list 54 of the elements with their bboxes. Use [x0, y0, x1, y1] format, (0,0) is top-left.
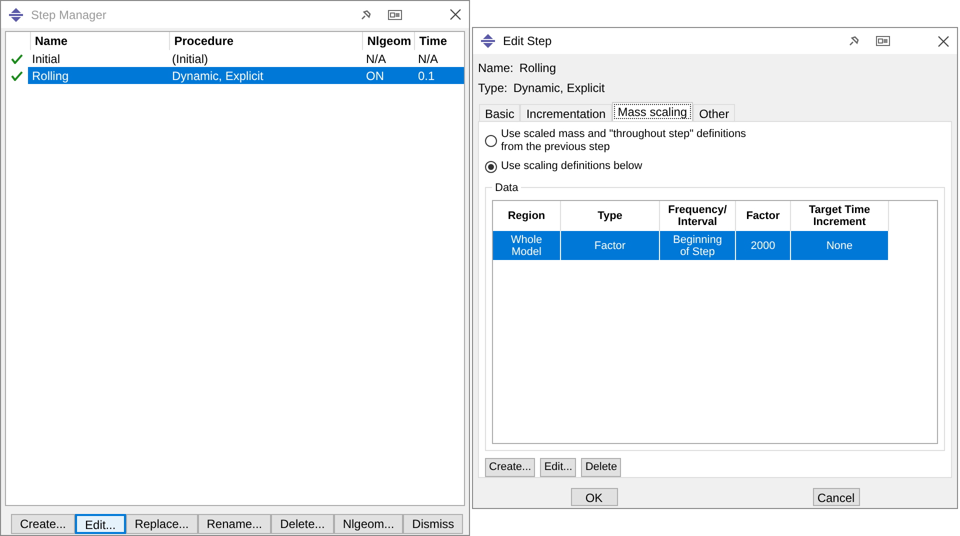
column-header[interactable]: Procedure: [169, 32, 362, 50]
radio-button[interactable]: [485, 160, 497, 172]
table-row[interactable]: Whole Model Factor Beginning of Step 2000 None: [493, 231, 889, 260]
column-header[interactable]: Nlgeom: [362, 32, 414, 50]
radio-button[interactable]: [485, 135, 497, 147]
window-title: Edit Step: [503, 33, 553, 50]
table-cell: Whole Model: [493, 231, 561, 260]
dialog-button[interactable]: Edit...: [75, 514, 126, 534]
name-value: Rolling: [519, 60, 556, 77]
dialog-button[interactable]: OK: [570, 488, 618, 506]
close-icon[interactable]: [938, 36, 949, 46]
table-cell: 2000: [736, 231, 791, 260]
tab[interactable]: Mass scaling: [612, 102, 694, 121]
radio-label: Use scaled mass and "throughout step" definitions from the previous step: [501, 128, 746, 154]
window-title: Step Manager: [31, 6, 108, 24]
type-label: Type:: [478, 80, 508, 97]
column-header[interactable]: Name: [30, 32, 170, 50]
table-row[interactable]: Rolling Dynamic, Explicit ON 0.1: [28, 67, 464, 84]
app-logo-icon: [9, 8, 23, 22]
radio-label: Use scaling definitions below: [501, 160, 642, 173]
table-cell-text: Dynamic, Explicit: [171, 68, 264, 84]
table-row[interactable]: Initial (Initial) N/A N/A: [28, 50, 464, 67]
dialog-button[interactable]: Nlgeom...: [334, 514, 404, 534]
table-button[interactable]: Create...: [485, 458, 536, 477]
dialog-button[interactable]: Rename...: [198, 514, 272, 534]
tab[interactable]: Basic: [479, 104, 520, 121]
type-value: Dynamic, Explicit: [513, 80, 605, 97]
dialog-button[interactable]: Delete...: [271, 514, 334, 534]
dialog-button[interactable]: Cancel: [812, 488, 860, 506]
table-button[interactable]: Delete: [581, 458, 622, 477]
name-label: Name:: [478, 60, 514, 77]
tab[interactable]: Incrementation: [520, 104, 612, 121]
table-button[interactable]: Edit...: [540, 458, 576, 477]
table-cell-text: (Initial): [171, 50, 210, 68]
column-header[interactable]: Time: [414, 32, 464, 50]
table-cell-text: N/A: [365, 50, 388, 68]
tab[interactable]: Other: [693, 104, 736, 121]
pin-icon[interactable]: [848, 35, 860, 47]
table-cell-text: N/A: [417, 50, 440, 68]
pin-icon[interactable]: [360, 8, 372, 20]
table-cell-text: 0.1: [417, 68, 436, 84]
table-cell: Beginning of Step: [660, 231, 736, 260]
dialog-button[interactable]: Create...: [11, 514, 76, 534]
table-cell-text: Initial: [31, 50, 62, 68]
window-mode-icon[interactable]: [876, 36, 890, 46]
table-cell-text: ON: [365, 68, 385, 84]
close-icon[interactable]: [450, 9, 461, 20]
table-cell: None: [791, 231, 889, 260]
app-logo-icon: [481, 34, 495, 48]
window-mode-icon[interactable]: [388, 10, 402, 20]
table-cell-text: Rolling: [31, 68, 70, 84]
dialog-button[interactable]: Dismiss: [403, 514, 464, 534]
dialog-button[interactable]: Replace...: [126, 514, 198, 534]
table-cell: Factor: [561, 231, 660, 260]
